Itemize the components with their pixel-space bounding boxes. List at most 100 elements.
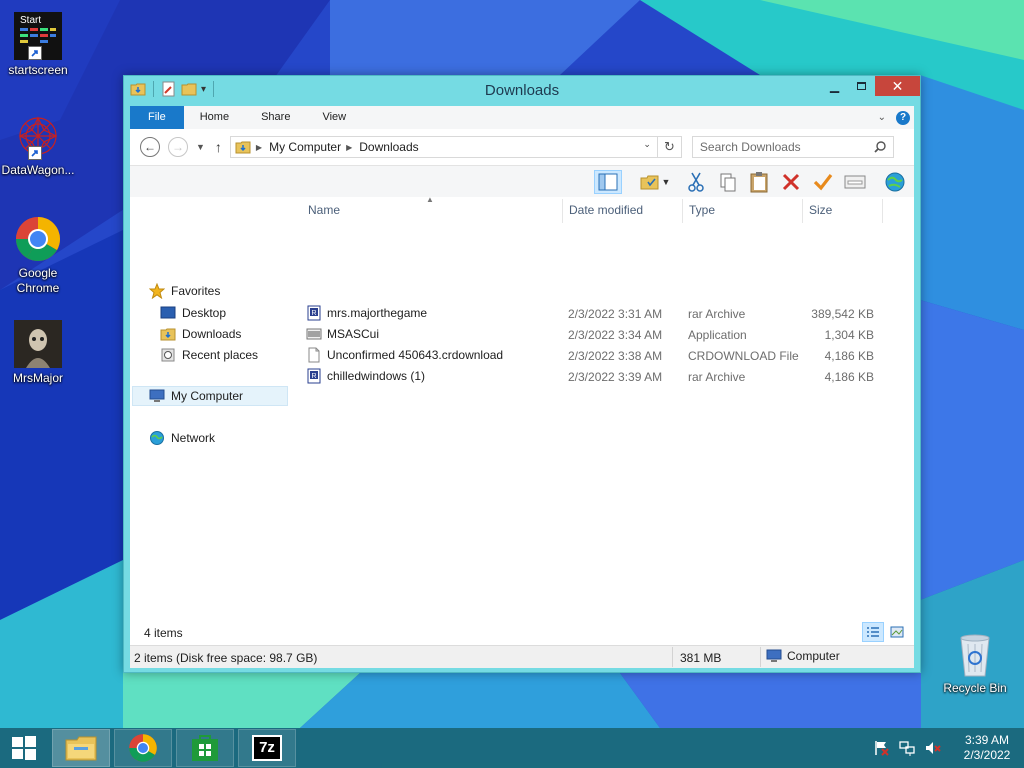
application-icon	[306, 328, 322, 340]
file-row[interactable]: MSASCui 2/3/2022 3:34 AM Application 1,3…	[304, 324, 904, 345]
details-view-button[interactable]	[862, 622, 884, 642]
taskbar-store[interactable]	[176, 729, 234, 767]
column-divider[interactable]	[562, 199, 563, 223]
recycle-bin-icon	[960, 634, 990, 677]
breadcrumb-arrow-icon[interactable]: ▶	[256, 143, 262, 152]
view-toggle	[862, 622, 908, 642]
file-name: MSASCui	[327, 327, 380, 341]
network-status-icon[interactable]	[896, 738, 918, 758]
breadcrumb-downloads[interactable]: Downloads	[359, 140, 418, 154]
nav-favorites[interactable]: Favorites	[149, 281, 220, 301]
rename-button[interactable]	[809, 170, 837, 194]
copy-button[interactable]	[714, 170, 742, 194]
tab-home[interactable]: Home	[184, 106, 245, 129]
clock[interactable]: 3:39 AM 2/3/2022	[952, 733, 1022, 763]
close-button[interactable]: ✕	[875, 76, 920, 96]
svg-text:R: R	[312, 373, 317, 380]
desktop-icon-recycle-bin[interactable]: Recycle Bin	[935, 630, 1015, 696]
tab-file[interactable]: File	[130, 106, 184, 129]
search-icon[interactable]	[873, 140, 887, 154]
network-places-button[interactable]	[881, 170, 909, 194]
file-name: Unconfirmed 450643.crdownload	[327, 348, 504, 362]
nav-desktop[interactable]: Desktop	[160, 303, 226, 323]
taskbar-file-explorer[interactable]	[52, 729, 110, 767]
column-header-date-modified[interactable]: Date modified	[569, 203, 643, 223]
nav-recent-places[interactable]: Recent places	[160, 345, 258, 365]
column-header-type[interactable]: Type	[689, 203, 715, 223]
explorer-window[interactable]: ▾ Downloads ▁ ✕ File Home Share View ⌄ ?…	[123, 75, 921, 673]
explorer-content: Favorites Desktop Downloads Recent place…	[130, 195, 914, 645]
nav-network[interactable]: Network	[149, 428, 215, 448]
close-icon: ✕	[891, 77, 904, 94]
minimize-icon: ▁	[829, 79, 840, 93]
file-type: rar Archive	[688, 370, 746, 384]
refresh-icon[interactable]: ↻	[656, 137, 681, 157]
paste-button[interactable]	[745, 170, 773, 194]
column-header-size[interactable]: Size	[809, 203, 832, 223]
file-name-cell: R mrs.majorthegame	[306, 305, 427, 321]
status-zone-label: Computer	[787, 649, 840, 663]
column-divider[interactable]	[682, 199, 683, 223]
cut-button[interactable]	[682, 170, 710, 194]
delete-x-icon	[782, 173, 800, 191]
search-input[interactable]: Search Downloads	[691, 136, 894, 158]
tab-view[interactable]: View	[306, 106, 362, 129]
shortcut-arrow-icon	[28, 146, 42, 160]
address-bar: ← → ▼ ↑ ▶ My Computer ▶ Downloads ⌄ ↻ Se…	[130, 129, 914, 165]
action-center-flag-icon[interactable]	[870, 738, 892, 758]
forward-button[interactable]: →	[168, 137, 188, 157]
star-icon	[149, 283, 165, 299]
column-header-name[interactable]: Name	[308, 203, 340, 223]
search-placeholder: Search Downloads	[699, 140, 801, 154]
file-row[interactable]: Unconfirmed 450643.crdownload 2/3/2022 3…	[304, 345, 904, 366]
desktop-icon-label: Google Chrome	[16, 266, 60, 295]
address-dropdown-icon[interactable]: ⌄	[643, 139, 651, 150]
desktop-icon-google-chrome[interactable]: Google Chrome	[0, 215, 78, 296]
properties-button[interactable]	[841, 170, 869, 194]
shortcut-arrow-icon	[28, 46, 42, 60]
folder-options-dropdown[interactable]: ▼	[658, 170, 674, 194]
7zip-icon: 7z	[252, 735, 282, 761]
desktop-icon-label: Recycle Bin	[943, 681, 1007, 695]
minimize-button[interactable]: ▁	[821, 76, 848, 96]
volume-muted-icon[interactable]	[922, 738, 944, 758]
file-row[interactable]: R mrs.majorthegame 2/3/2022 3:31 AM rar …	[304, 303, 904, 324]
details-view-icon	[867, 627, 879, 637]
breadcrumb-arrow-icon[interactable]: ▶	[346, 143, 352, 152]
status-zone: Computer	[766, 649, 840, 663]
column-divider[interactable]	[802, 199, 803, 223]
items-bar: 4 items	[130, 620, 914, 644]
delete-button[interactable]	[777, 170, 805, 194]
tab-share[interactable]: Share	[245, 106, 306, 129]
nav-downloads[interactable]: Downloads	[160, 324, 241, 344]
back-button[interactable]: ←	[140, 137, 160, 157]
taskbar-7zip[interactable]: 7z	[238, 729, 296, 767]
status-bar: 2 items (Disk free space: 98.7 GB) 381 M…	[130, 645, 914, 668]
preview-pane-button[interactable]	[594, 170, 622, 194]
taskbar-chrome[interactable]	[114, 729, 172, 767]
maximize-button[interactable]	[848, 76, 875, 96]
ribbon-right-controls: ⌄ ?	[878, 110, 914, 125]
expand-ribbon-icon[interactable]: ⌄	[878, 112, 886, 123]
status-size: 381 MB	[680, 651, 722, 665]
clock-date: 2/3/2022	[963, 748, 1011, 762]
desktop-icon-startscreen[interactable]: Start startscreen	[0, 12, 78, 78]
folder-downloads-icon	[235, 141, 251, 154]
store-icon	[192, 735, 218, 761]
recent-locations-icon[interactable]: ▼	[196, 142, 205, 152]
column-divider[interactable]	[882, 199, 883, 223]
computer-icon	[766, 649, 782, 662]
help-icon[interactable]: ?	[896, 110, 910, 125]
desktop-icon-datawagon[interactable]: DataWagon...	[0, 112, 78, 178]
file-row[interactable]: R chilledwindows (1) 2/3/2022 3:39 AM ra…	[304, 366, 904, 387]
title-bar[interactable]: ▾ Downloads ▁ ✕	[124, 76, 920, 104]
breadcrumb-my-computer[interactable]: My Computer	[269, 140, 341, 154]
items-count: 4 items	[144, 626, 183, 640]
start-button[interactable]	[4, 729, 44, 767]
address-input[interactable]: ▶ My Computer ▶ Downloads ⌄ ↻	[229, 136, 682, 158]
nav-my-computer[interactable]: My Computer	[132, 386, 288, 406]
desktop-icon-mrsmajor[interactable]: MrsMajor	[0, 320, 78, 386]
large-icons-view-button[interactable]	[886, 622, 908, 642]
up-arrow-icon[interactable]: ↑	[215, 139, 222, 155]
checkmark-icon	[813, 174, 833, 191]
